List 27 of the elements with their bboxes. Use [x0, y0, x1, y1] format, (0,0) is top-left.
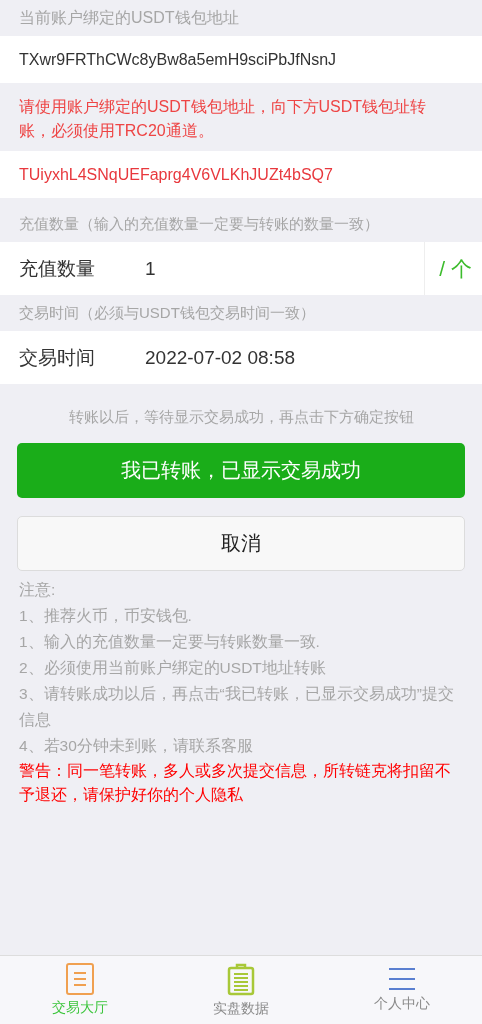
- field-label: 交易时间: [0, 331, 145, 384]
- wallet-address: TXwr9FRThCWc8yBw8a5emH9sciPbJfNsnJ: [0, 36, 482, 83]
- time-input[interactable]: 2022-07-02 08:58: [145, 331, 482, 384]
- clipboard-icon: [227, 962, 255, 996]
- notes-title: 注意:: [19, 580, 57, 600]
- hint-text: 转账以后，等待显示交易成功，再点击下方确定按钮: [67, 408, 415, 427]
- amount-input[interactable]: 1: [145, 242, 424, 295]
- tab-item[interactable]: 交易大厅: [0, 956, 161, 1024]
- menu-icon: [387, 967, 416, 991]
- note-item: 1、输入的充值数量一定要与转账数量一致.: [19, 632, 321, 652]
- cancel-button[interactable]: 取消: [17, 516, 465, 571]
- section-label: 当前账户绑定的USDT钱包地址: [18, 8, 240, 28]
- unit-label: / 个: [424, 242, 482, 295]
- confirm-button[interactable]: 我已转账，已显示交易成功: [17, 443, 465, 498]
- deposit-address: TUiyxhL4SNqUEFaprg4V6VLKhJUZt4bSQ7: [0, 151, 482, 198]
- section-label: 充值数量（输入的充值数量一定要与转账的数量一致）: [18, 214, 380, 234]
- tab-item[interactable]: 个人中心: [321, 956, 482, 1024]
- document-icon: [66, 963, 95, 995]
- note-item: 4、若30分钟未到账，请联系客服: [19, 736, 254, 756]
- section-label: 交易时间（必须与USDT钱包交易时间一致）: [18, 303, 316, 323]
- note-item: 1、推荐火币，币安钱包.: [19, 606, 193, 626]
- tab-item[interactable]: 实盘数据: [160, 956, 322, 1024]
- field-label: 充值数量: [0, 242, 145, 295]
- note-item: 3、请转账成功以后，再点击“我已转账，已显示交易成功”提交信息: [19, 684, 455, 730]
- instruction-text: 请使用账户绑定的USDT钱包地址，向下方USDT钱包址转账，必须使用TRC20通道。: [18, 97, 428, 141]
- warning-text: 警告：同一笔转账，多人或多次提交信息，所转链克将扣留不予退还，请保护好你的个人隐私: [19, 761, 452, 805]
- note-item: 2、必须使用当前账户绑定的USDT地址转账: [19, 658, 327, 678]
